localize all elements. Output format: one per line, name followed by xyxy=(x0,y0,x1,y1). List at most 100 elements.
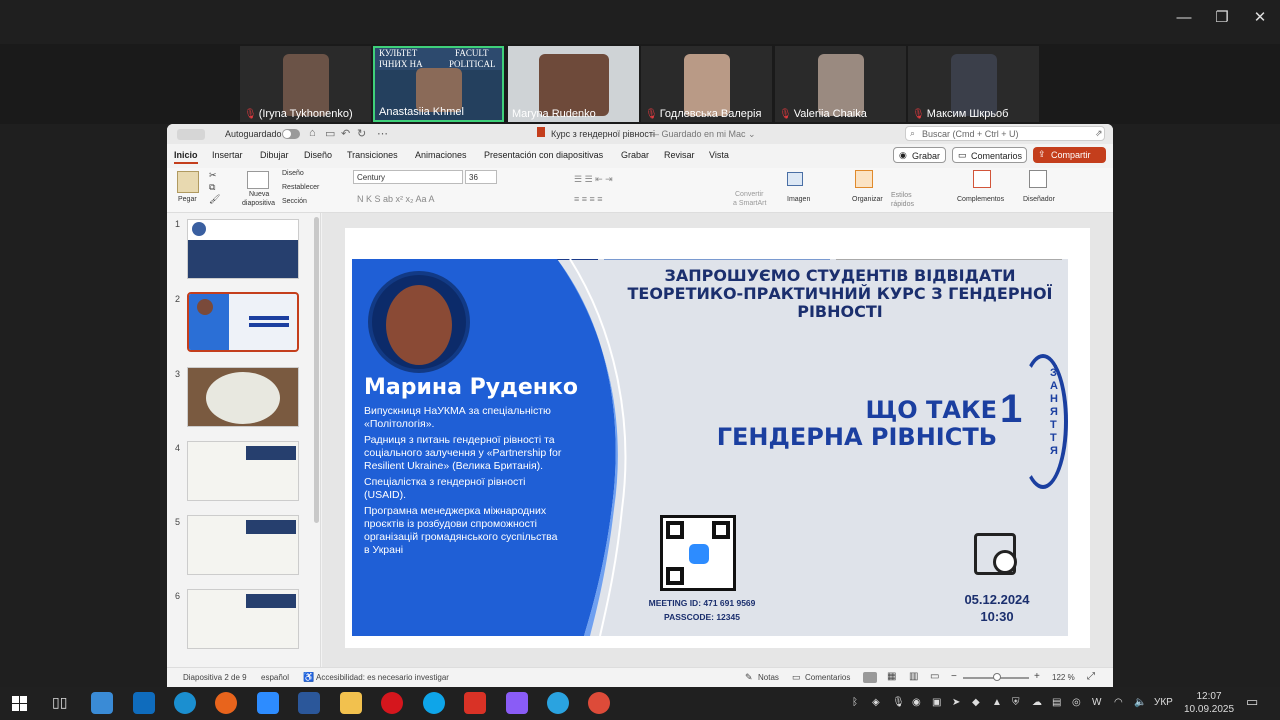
reading-view-icon[interactable]: ▥ xyxy=(909,671,918,682)
record-button[interactable]: ◉ Grabar xyxy=(893,147,946,163)
new-slide-label[interactable]: Nueva xyxy=(249,191,269,198)
participant-tile[interactable]: Maryna Rudenko xyxy=(508,46,639,122)
windows-start-icon[interactable] xyxy=(12,696,27,711)
zoom-icon[interactable] xyxy=(257,692,279,714)
tab-dibujar[interactable]: Dibujar xyxy=(260,150,289,160)
viber-icon[interactable]: ◎ xyxy=(1072,697,1081,708)
zoom-tray-icon[interactable]: ◉ xyxy=(912,697,921,708)
tab-diseno[interactable]: Diseño xyxy=(304,150,332,160)
copy-icon[interactable]: ⧉ xyxy=(209,182,215,193)
tab-transiciones[interactable]: Transiciones xyxy=(347,150,398,160)
zoom-out-icon[interactable]: − xyxy=(951,671,957,682)
normal-view-icon[interactable] xyxy=(863,672,877,683)
restore-button[interactable]: ❐ xyxy=(1209,8,1235,28)
telegram-tray-icon[interactable]: ➤ xyxy=(952,697,960,708)
wifi-icon[interactable]: ◠ xyxy=(1114,697,1123,708)
firefox-icon[interactable] xyxy=(215,692,237,714)
slide-thumbnail-1[interactable] xyxy=(187,219,299,279)
language-indicator[interactable]: español xyxy=(261,673,289,682)
store-icon[interactable] xyxy=(91,692,113,714)
quick-styles-label[interactable]: Estilos xyxy=(891,192,912,199)
align-icons[interactable]: ≡ ≡ ≡ ≡ xyxy=(574,194,603,204)
tab-insertar[interactable]: Insertar xyxy=(212,150,243,160)
new-slide-icon[interactable] xyxy=(247,171,269,189)
autosave-toggle[interactable] xyxy=(282,129,300,139)
zoom-in-icon[interactable]: + xyxy=(1034,671,1040,682)
slide-thumbnail-3[interactable] xyxy=(187,367,299,427)
file-explorer-icon[interactable] xyxy=(340,692,362,714)
addins-label[interactable]: Complementos xyxy=(957,196,1004,203)
tray-app-icon[interactable]: ▲ xyxy=(992,697,1002,708)
undo-icon[interactable]: ↶ xyxy=(341,127,350,140)
image-icon[interactable] xyxy=(787,172,803,186)
tray-app-icon[interactable]: ◈ xyxy=(872,697,880,708)
cloud-icon[interactable]: ☁ xyxy=(1032,697,1042,708)
word-icon[interactable] xyxy=(298,692,320,714)
tab-animaciones[interactable]: Animaciones xyxy=(415,150,467,160)
sidebar-toggle-icon[interactable] xyxy=(177,129,205,140)
tray-app-icon[interactable]: ▤ xyxy=(1052,697,1061,708)
arrange-icon[interactable] xyxy=(855,170,873,188)
telegram-icon[interactable] xyxy=(547,692,569,714)
reset-button[interactable]: Restablecer xyxy=(282,184,319,191)
paste-icon[interactable] xyxy=(177,171,199,193)
fit-to-window-icon[interactable]: ⤢ xyxy=(1087,671,1095,682)
notifications-icon[interactable]: ▭ xyxy=(1246,694,1258,710)
quick-styles-label-2[interactable]: rápidos xyxy=(891,201,914,208)
accessibility-status[interactable]: Accesibilidad: es necesario investigar xyxy=(316,673,449,682)
share-button[interactable]: ⇪ Compartir xyxy=(1033,147,1106,163)
convert-smartart-label[interactable]: Convertir xyxy=(735,191,763,198)
slideshow-icon[interactable]: ▭ xyxy=(930,671,939,682)
slide-thumbnail-5[interactable] xyxy=(187,515,299,575)
paste-label[interactable]: Pegar xyxy=(178,196,197,203)
font-family-select[interactable]: Century xyxy=(353,170,463,184)
search-box[interactable]: ⌕ Buscar (Cmd + Ctrl + U) xyxy=(905,126,1105,141)
addins-icon[interactable] xyxy=(973,170,991,188)
word-tray-icon[interactable]: W xyxy=(1092,697,1101,708)
bluetooth-icon[interactable]: ᛒ xyxy=(852,697,858,708)
tab-revisar[interactable]: Revisar xyxy=(664,150,695,160)
skype-icon[interactable] xyxy=(423,692,445,714)
minimize-button[interactable]: — xyxy=(1171,8,1197,28)
input-language[interactable]: УКР xyxy=(1154,697,1173,708)
share-link-icon[interactable]: ⇗ xyxy=(1095,128,1103,139)
arrange-label[interactable]: Organizar xyxy=(852,196,883,203)
tab-vista[interactable]: Vista xyxy=(709,150,729,160)
system-clock[interactable]: 12:07 10.09.2025 xyxy=(1184,690,1234,716)
copilot-icon[interactable] xyxy=(506,692,528,714)
comments-status-button[interactable]: Comentarios xyxy=(805,673,850,682)
participant-tile[interactable]: 🎙 Максим Шкрьоб xyxy=(908,46,1039,122)
slide-thumbnail-6[interactable] xyxy=(187,589,299,649)
camera-icon[interactable]: ▣ xyxy=(932,697,941,708)
designer-icon[interactable] xyxy=(1029,170,1047,188)
image-label[interactable]: Imagen xyxy=(787,196,810,203)
home-icon[interactable]: ⌂ xyxy=(309,127,316,139)
wps-icon[interactable] xyxy=(464,692,486,714)
tab-inicio[interactable]: Inicio xyxy=(174,150,198,164)
outlook-icon[interactable] xyxy=(133,692,155,714)
shield-icon[interactable]: ⛨ xyxy=(1012,697,1020,708)
task-view-icon[interactable]: ▯▯ xyxy=(52,694,67,711)
cut-icon[interactable]: ✂ xyxy=(209,170,217,181)
participant-tile[interactable]: 🎙 Годлевська Валерія xyxy=(641,46,772,122)
volume-icon[interactable]: 🔈 xyxy=(1134,697,1146,708)
redo-icon[interactable]: ↻ xyxy=(357,127,366,140)
list-icons[interactable]: ☰ ☰ ⇤ ⇥ xyxy=(574,174,613,185)
mic-icon[interactable]: 🎙 xyxy=(892,697,905,708)
close-button[interactable]: ✕ xyxy=(1247,8,1273,28)
layout-button[interactable]: Diseño xyxy=(282,170,304,177)
thumbnails-scrollbar[interactable] xyxy=(314,217,319,523)
designer-label[interactable]: Diseñador xyxy=(1023,196,1055,203)
zoom-slider-thumb[interactable] xyxy=(993,673,1001,681)
zoom-level[interactable]: 122 % xyxy=(1052,673,1075,682)
zoom-slider[interactable] xyxy=(963,673,1029,681)
participant-tile-active[interactable]: КУЛЬТЕТ FACULT ІЧНИХ НА POLITICAL S Anas… xyxy=(373,46,504,122)
convert-smartart-label-2[interactable]: a SmartArt xyxy=(733,200,766,207)
slide-thumbnail-4[interactable] xyxy=(187,441,299,501)
slide-sorter-icon[interactable]: ▦ xyxy=(887,671,896,682)
participant-tile[interactable]: 🎙 Valeriia Chaika xyxy=(775,46,906,122)
chrome-icon[interactable] xyxy=(588,692,610,714)
tab-presentacion[interactable]: Presentación con diapositivas xyxy=(484,150,603,160)
new-slide-label-2[interactable]: diapositiva xyxy=(242,200,275,207)
font-format-icons[interactable]: N K S ab x² x₂ Aa A xyxy=(357,194,435,204)
